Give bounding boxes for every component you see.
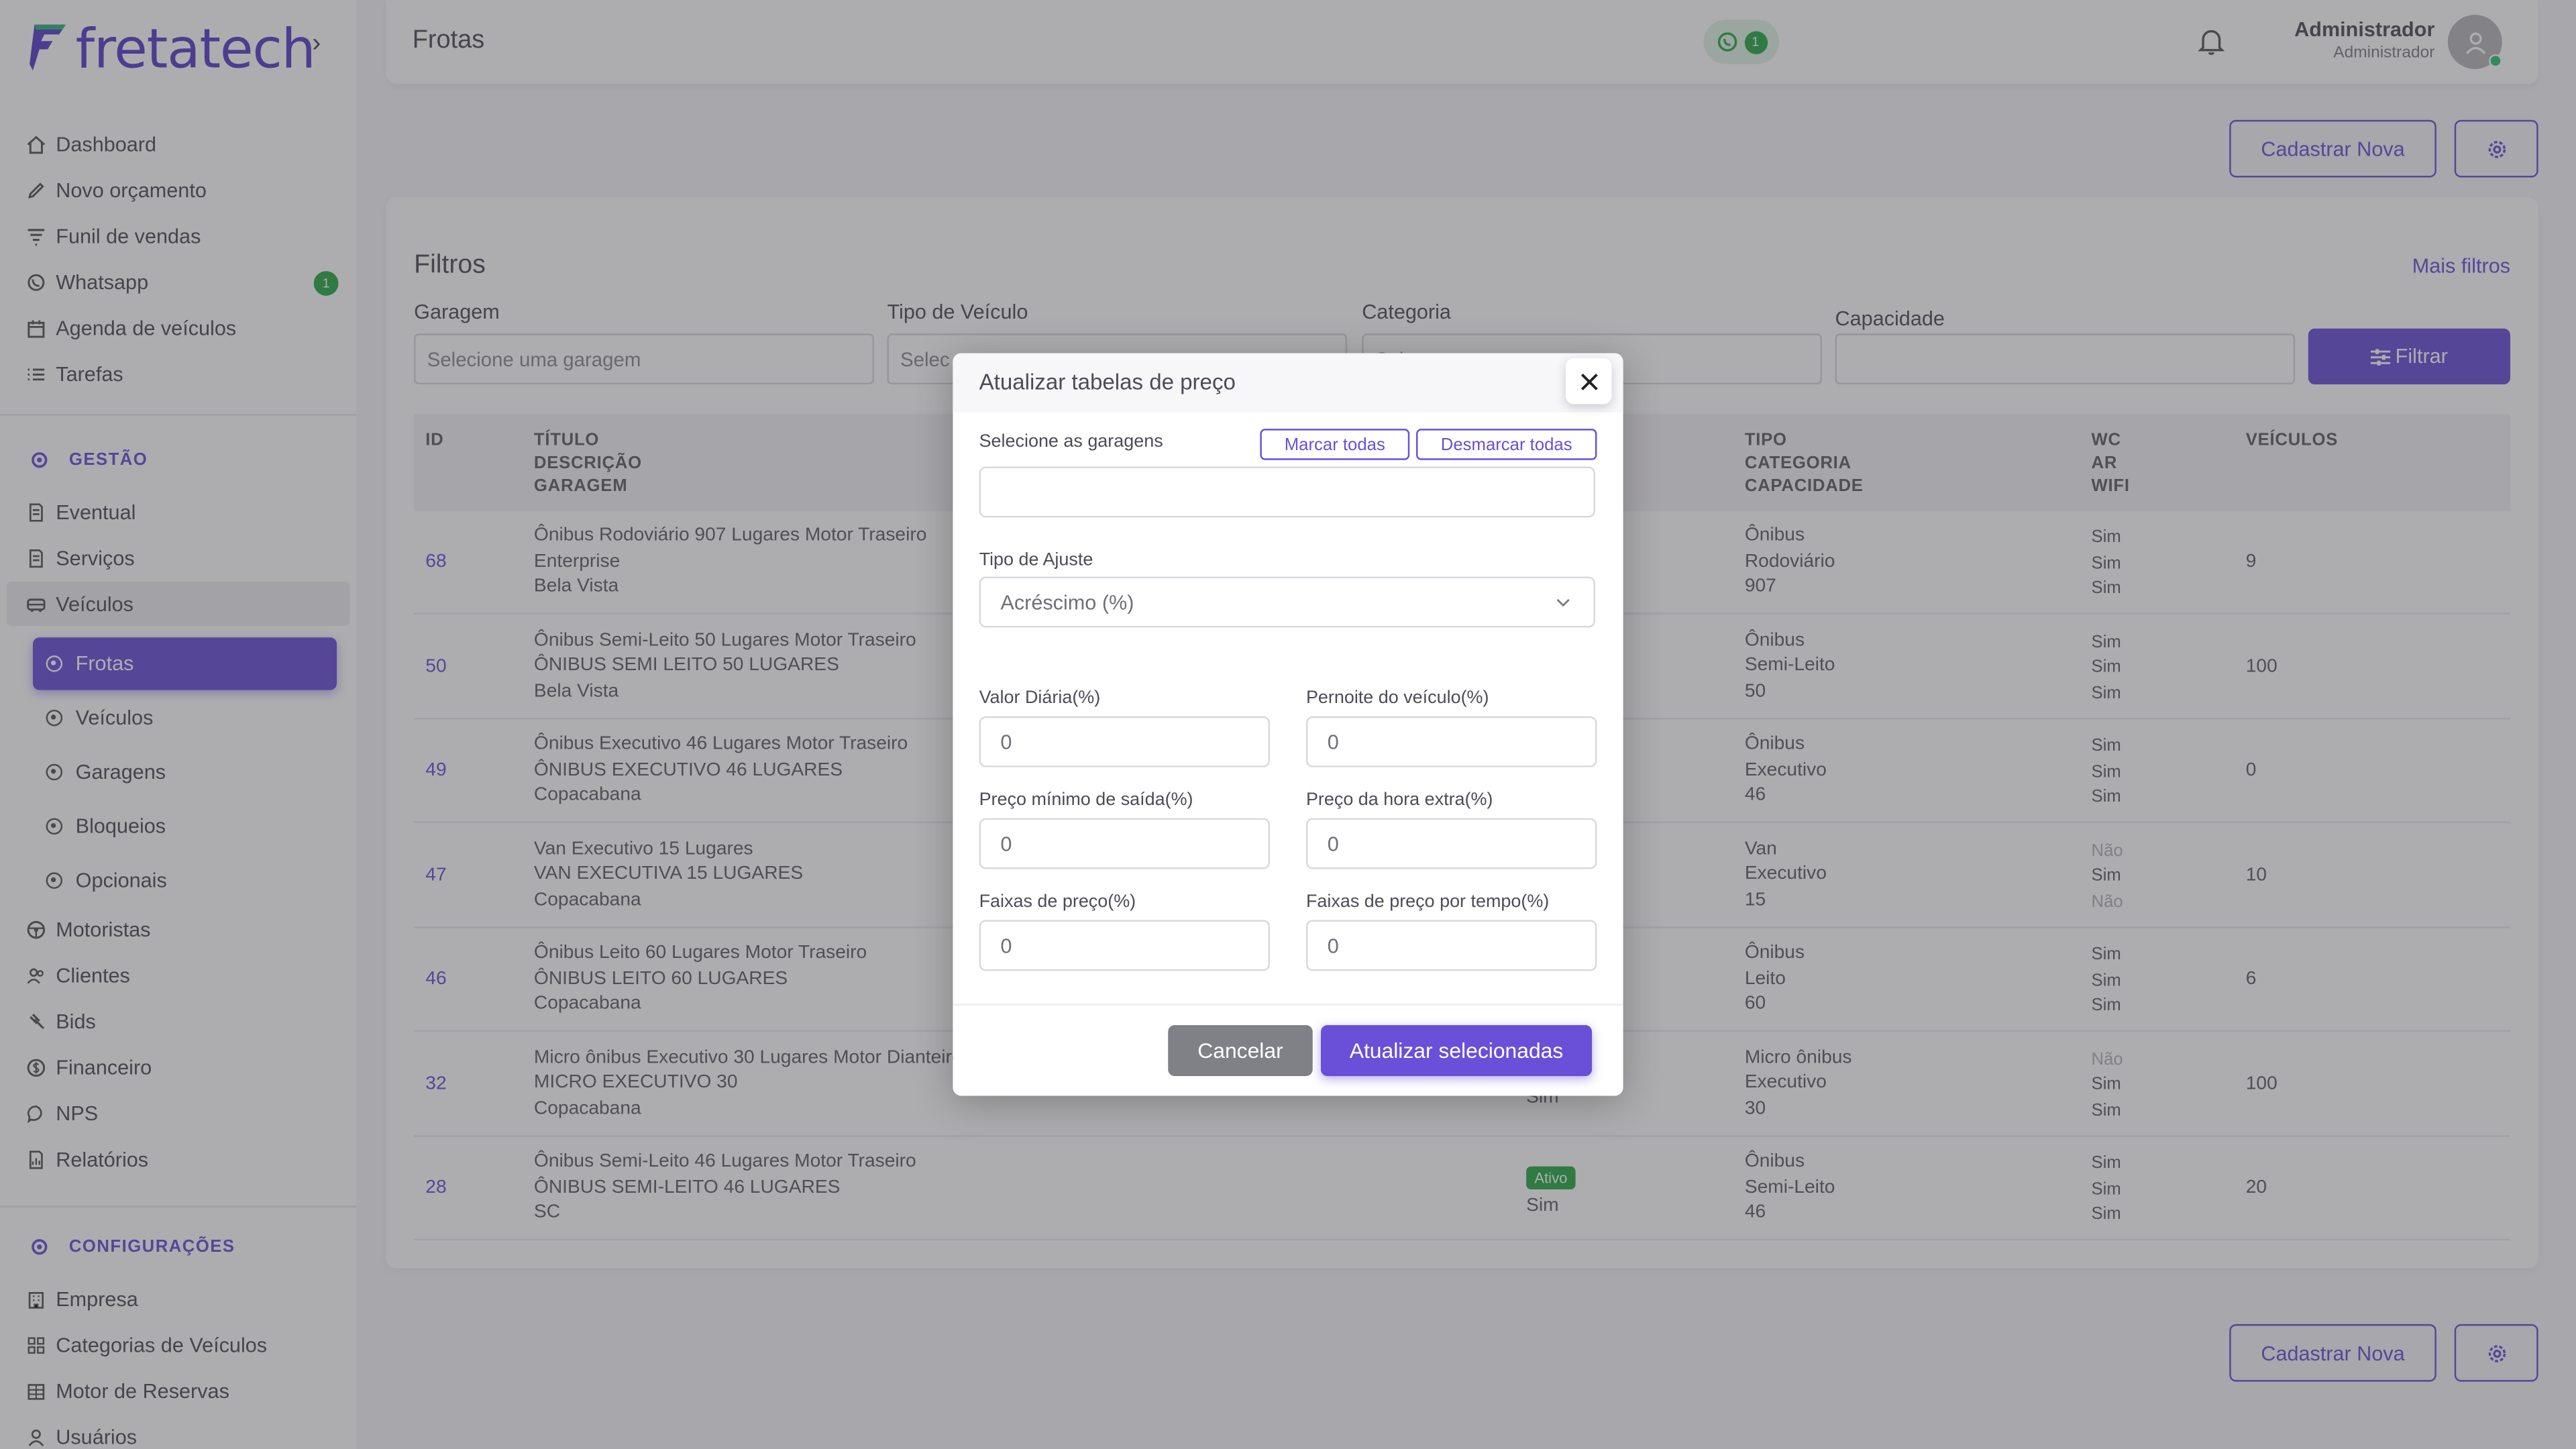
preco-hora-extra-input[interactable]: 0 (1305, 818, 1597, 869)
pernoite-veiculo-input[interactable]: 0 (1305, 716, 1597, 767)
preco-hora-extra-label: Preço da hora extra(%) (1305, 790, 1493, 810)
close-icon (1580, 372, 1597, 390)
valor-diaria-input[interactable]: 0 (979, 716, 1271, 767)
faixas-preco-label: Faixas de preço(%) (979, 892, 1136, 912)
garagens-multiselect[interactable] (979, 466, 1595, 518)
preco-minimo-saida-input[interactable]: 0 (979, 818, 1271, 869)
tipo-ajuste-value: Acréscimo (%) (1000, 590, 1134, 614)
tipo-ajuste-select[interactable]: Acréscimo (%) (979, 576, 1595, 628)
update-price-tables-modal: Atualizar tabelas de preço Selecione as … (953, 353, 1623, 1096)
faixas-preco-tempo-input[interactable]: 0 (1305, 920, 1597, 971)
modal-close-button[interactable] (1565, 358, 1612, 405)
modal-title: Atualizar tabelas de preço (979, 370, 1236, 394)
modal-header: Atualizar tabelas de preço (953, 353, 1623, 413)
tipo-ajuste-label: Tipo de Ajuste (979, 550, 1093, 570)
select-garagens-label: Selecione as garagens (979, 432, 1163, 452)
app: fretatech › Dashboard Novo orçamento Funil… (0, 0, 2576, 1449)
cancel-button[interactable]: Cancelar (1168, 1025, 1313, 1077)
select-all-button[interactable]: Marcar todas (1260, 429, 1410, 460)
deselect-all-button[interactable]: Desmarcar todas (1416, 429, 1597, 460)
preco-minimo-saida-label: Preço mínimo de saída(%) (979, 790, 1193, 810)
update-selected-button[interactable]: Atualizar selecionadas (1320, 1025, 1593, 1077)
valor-diaria-label: Valor Diária(%) (979, 688, 1101, 708)
faixas-preco-tempo-label: Faixas de preço por tempo(%) (1305, 892, 1550, 912)
faixas-preco-input[interactable]: 0 (979, 920, 1271, 971)
modal-footer-divider (953, 1004, 1623, 1006)
chevron-down-icon (1556, 598, 1570, 607)
pernoite-veiculo-label: Pernoite do veículo(%) (1305, 688, 1489, 708)
